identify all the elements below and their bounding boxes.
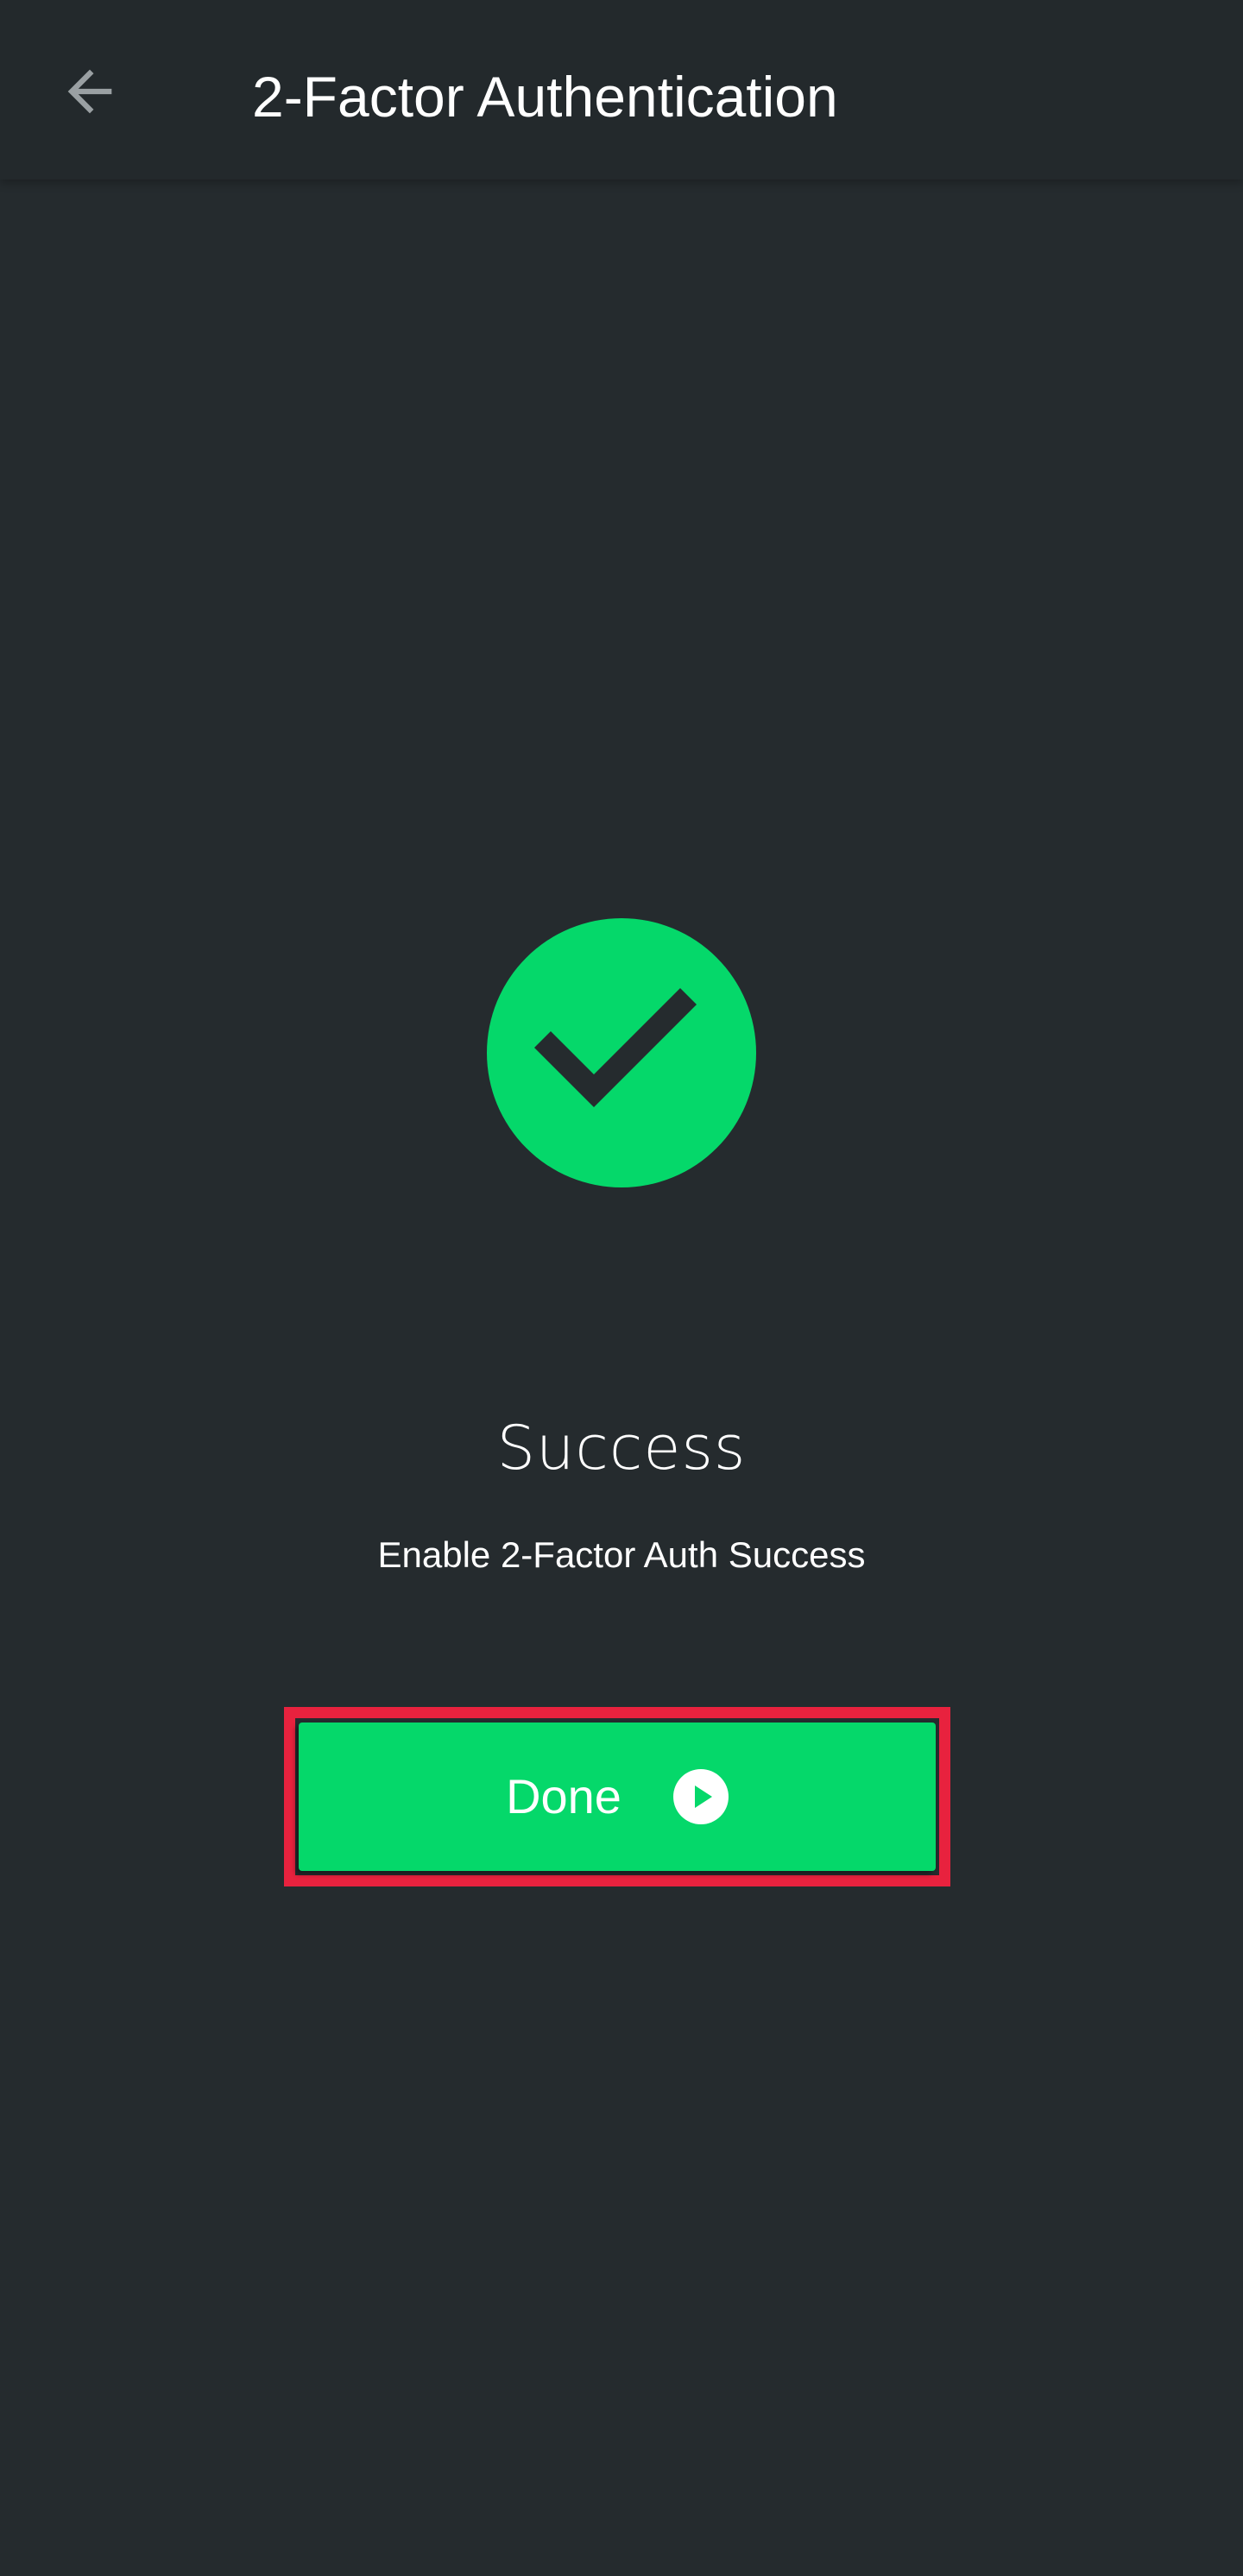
play-circle-icon (672, 1769, 729, 1824)
done-button-label: Done (506, 1769, 622, 1823)
check-circle-icon (487, 918, 756, 1187)
success-message: Enable 2-Factor Auth Success (377, 1534, 866, 1575)
page-title: 2-Factor Authentication (252, 65, 838, 129)
done-button[interactable]: Done (299, 1723, 936, 1871)
arrow-left-icon (67, 69, 112, 114)
app-bar: 2-Factor Authentication (0, 0, 1243, 180)
success-heading: Success (496, 1413, 747, 1483)
back-button[interactable] (48, 50, 131, 133)
